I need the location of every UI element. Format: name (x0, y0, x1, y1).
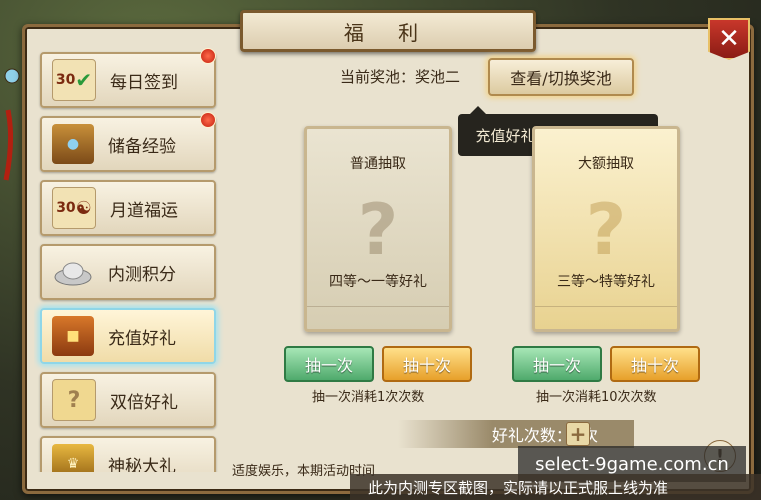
sidebar-item-label: 月道福运 (110, 200, 178, 221)
question-card-icon: ? (52, 379, 96, 421)
card-subtitle: 三等～特等好礼 (557, 274, 655, 290)
card-title: 大额抽取 (578, 156, 634, 172)
notification-badge (200, 112, 216, 128)
gift-count-bar: 好礼次数：0次 (398, 420, 634, 448)
card-subtitle: 四等～一等好礼 (329, 274, 427, 290)
sidebar-item-double-gift[interactable]: ? 双倍好礼 (40, 372, 216, 428)
sidebar-item-beta-points[interactable]: 内测积分 (40, 244, 216, 300)
close-icon: ✕ (718, 24, 740, 54)
calendar-check-icon: 30 ✔ (52, 59, 96, 101)
sidebar-item-label: 充值好礼 (108, 328, 176, 349)
treasure-chest-icon: ● (52, 124, 94, 164)
decorative-ornament (0, 40, 24, 220)
large-draw-card: 大额抽取 ? 三等～特等好礼 (532, 126, 680, 332)
normal-draw-once-button[interactable]: 抽一次 (284, 346, 374, 382)
card-title: 普通抽取 (350, 156, 406, 172)
large-draw-ten-button[interactable]: 抽十次 (610, 346, 700, 382)
silver-ingot-icon (52, 252, 94, 292)
sidebar-item-recharge-gift[interactable]: ■ 充值好礼 (40, 308, 216, 364)
panel-title: 福 利 (343, 20, 433, 45)
sidebar-item-label: 内测积分 (108, 264, 176, 285)
sidebar-item-reserve-exp[interactable]: ● 储备经验 (40, 112, 216, 172)
ornament-icon (3, 68, 20, 181)
card-footer (307, 306, 449, 329)
normal-draw-cost: 抽一次消耗1次次数 (312, 390, 425, 405)
plus-icon: + (569, 422, 587, 446)
add-count-button[interactable]: + (566, 422, 590, 446)
close-button[interactable]: ✕ (708, 18, 750, 60)
current-pool-label: 当前奖池：奖池二 (340, 68, 461, 86)
calendar-yinyang-icon: 30 ☯ (52, 187, 96, 229)
panel-title-bar: 福 利 (240, 10, 536, 52)
sidebar-item-label: 储备经验 (108, 136, 176, 157)
sidebar-item-mystery-gift[interactable]: ♛ 神秘大礼 (40, 436, 216, 472)
sidebar-item-label: 神秘大礼 (108, 456, 176, 473)
card-footer (535, 306, 677, 329)
notification-badge (200, 48, 216, 64)
question-mark-icon: ? (585, 189, 627, 271)
sidebar-item-monthly-fortune[interactable]: 30 ☯ 月道福运 (40, 180, 216, 236)
switch-pool-button[interactable]: 查看/切换奖池 (488, 58, 634, 96)
question-mark-icon: ? (357, 189, 399, 271)
sidebar-item-label: 每日签到 (110, 72, 178, 93)
sidebar: 30 ✔ 每日签到 ● 储备经验 30 ☯ 月道福运 内测积分 ■ 充值好礼 ? 双… (34, 46, 224, 472)
sidebar-item-label: 双倍好礼 (110, 392, 178, 413)
sidebar-item-daily-signin[interactable]: 30 ✔ 每日签到 (40, 48, 216, 108)
large-draw-cost: 抽一次消耗10次次数 (536, 390, 657, 405)
trophy-chest-icon: ♛ (52, 444, 94, 472)
gift-chest-icon: ■ (52, 316, 94, 356)
large-draw-once-button[interactable]: 抽一次 (512, 346, 602, 382)
beta-notice: 此为内测专区截图，实际请以正式服上线为准 (350, 474, 761, 500)
normal-draw-card: 普通抽取 ? 四等～一等好礼 (304, 126, 452, 332)
normal-draw-ten-button[interactable]: 抽十次 (382, 346, 472, 382)
